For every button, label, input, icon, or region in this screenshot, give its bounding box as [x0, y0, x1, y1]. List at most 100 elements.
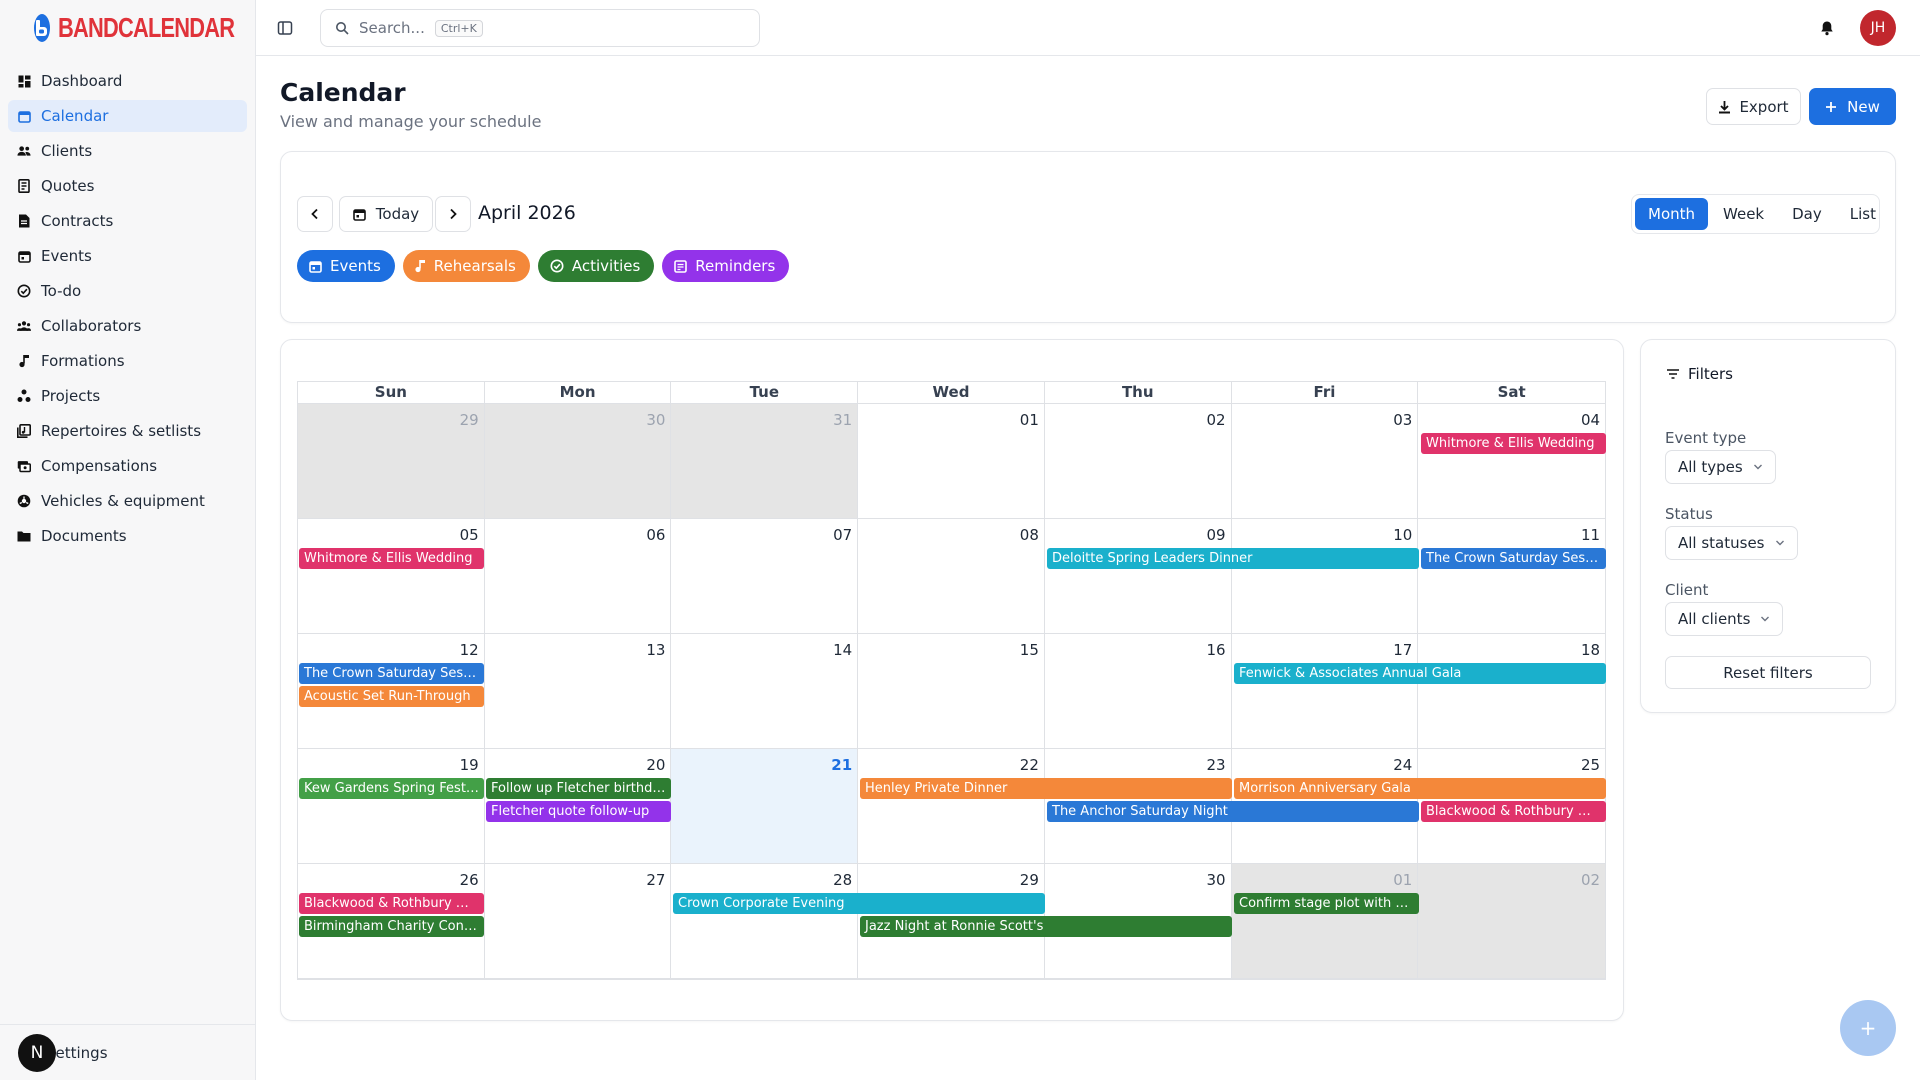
calendar-event[interactable]: The Crown Saturday Session — [1421, 548, 1606, 569]
status-select[interactable]: All statuses — [1665, 526, 1798, 560]
calendar-event[interactable]: Morrison Anniversary Gala — [1234, 778, 1606, 799]
day-cell[interactable]: 18 — [1418, 634, 1605, 748]
sidebar-item-contracts[interactable]: Contracts — [8, 205, 247, 237]
day-number: 02 — [1580, 871, 1601, 889]
day-cell[interactable]: 15 — [858, 634, 1045, 748]
today-button[interactable]: Today — [339, 196, 433, 232]
day-cell[interactable]: 13 — [485, 634, 672, 748]
music-note-icon — [17, 354, 31, 368]
day-cell[interactable]: 16 — [1045, 634, 1232, 748]
calendar-event[interactable]: Blackwood & Rothbury Wedding — [299, 893, 484, 914]
sidebar-item-collaborators[interactable]: Collaborators — [8, 310, 247, 342]
sidebar-item-projects[interactable]: Projects — [8, 380, 247, 412]
calendar-event[interactable]: Fenwick & Associates Annual Gala — [1234, 663, 1606, 684]
day-cell[interactable]: 03 — [1232, 404, 1419, 518]
sidebar-item-label: Events — [41, 247, 92, 265]
day-cell[interactable]: 29 — [298, 404, 485, 518]
calendar-event[interactable]: The Crown Saturday Session — [299, 663, 484, 684]
calendar-event[interactable]: Henley Private Dinner — [860, 778, 1232, 799]
event-icon — [309, 260, 322, 273]
day-cell-today[interactable]: 21 — [671, 749, 859, 863]
sidebar-item-events[interactable]: Events — [8, 240, 247, 272]
view-week-button[interactable]: Week — [1710, 198, 1777, 230]
next-month-button[interactable] — [435, 196, 471, 232]
day-cell[interactable]: 28 — [671, 864, 859, 978]
day-cell[interactable]: 07 — [671, 519, 859, 633]
app-logo[interactable]: BANDCALENDAR — [0, 0, 255, 55]
calendar-event[interactable]: Crown Corporate Evening — [673, 893, 1045, 914]
sidebar-nav: Dashboard Calendar Clients Quotes Contracts E… — [0, 65, 255, 552]
sidebar-item-label: To-do — [41, 282, 82, 300]
chevron-down-icon — [1753, 464, 1762, 470]
day-cell[interactable]: 02 — [1418, 864, 1606, 978]
day-number: 29 — [1019, 871, 1039, 889]
day-number: 23 — [1206, 756, 1226, 774]
floating-add-button[interactable]: + — [1840, 1000, 1896, 1056]
day-cell[interactable]: 17 — [1232, 634, 1419, 748]
calendar-event[interactable]: Follow up Fletcher birthday — [486, 778, 671, 799]
sidebar-item-formations[interactable]: Formations — [8, 345, 247, 377]
sidebar-item-calendar[interactable]: Calendar — [8, 100, 247, 132]
day-cell[interactable]: 04 — [1418, 404, 1605, 518]
day-cell[interactable]: 01 — [858, 404, 1045, 518]
sidebar-item-compensations[interactable]: Compensations — [8, 450, 247, 482]
sidebar-item-documents[interactable]: Documents — [8, 520, 247, 552]
day-number: 12 — [459, 641, 479, 659]
event-type-select[interactable]: All types — [1665, 450, 1776, 484]
view-month-button[interactable]: Month — [1635, 198, 1709, 230]
day-cell[interactable]: 08 — [858, 519, 1045, 633]
day-number: 17 — [1393, 641, 1413, 659]
calendar-event[interactable]: Kew Gardens Spring Festival — [299, 778, 484, 799]
category-toggle-rehearsals[interactable]: Rehearsals — [402, 250, 530, 282]
notifications-button[interactable] — [1817, 18, 1837, 38]
day-cell[interactable]: 05 — [298, 519, 485, 633]
day-cell[interactable]: 02 — [1045, 404, 1232, 518]
prev-month-button[interactable] — [297, 196, 333, 232]
n-badge[interactable]: N — [18, 1034, 56, 1072]
calendar-event[interactable]: Blackwood & Rothbury Wedding — [1421, 801, 1606, 822]
category-toggle-activities[interactable]: Activities — [537, 250, 655, 282]
sidebar-item-repertoires-setlists[interactable]: Repertoires & setlists — [8, 415, 247, 447]
day-cell[interactable]: 01 — [1231, 864, 1419, 978]
calendar-event[interactable]: Acoustic Set Run-Through — [299, 686, 484, 707]
calendar-event[interactable]: Birmingham Charity Concert — [299, 916, 484, 937]
day-cell[interactable]: 11 — [1418, 519, 1605, 633]
sidebar-item-label: Calendar — [41, 107, 109, 125]
search-placeholder: Search... — [359, 19, 425, 37]
client-select[interactable]: All clients — [1665, 602, 1784, 636]
day-cell[interactable]: 19 — [298, 749, 485, 863]
view-list-button[interactable]: List — [1837, 198, 1889, 230]
sidebar-item-clients[interactable]: Clients — [8, 135, 247, 167]
day-cell[interactable]: 27 — [485, 864, 672, 978]
view-day-button[interactable]: Day — [1779, 198, 1835, 230]
search-input[interactable]: Search... Ctrl+K — [320, 9, 760, 47]
export-button[interactable]: Export — [1706, 88, 1801, 125]
category-toggle-events[interactable]: Events — [297, 250, 395, 282]
calendar-event[interactable]: Whitmore & Ellis Wedding — [299, 548, 484, 569]
sidebar-item-vehicles-equipment[interactable]: Vehicles & equipment — [8, 485, 247, 517]
category-toggle-reminders[interactable]: Reminders — [662, 250, 790, 282]
new-button[interactable]: New — [1809, 88, 1896, 125]
sidebar-toggle-button[interactable] — [274, 17, 296, 39]
sidebar-item-to-do[interactable]: To-do — [8, 275, 247, 307]
day-cell[interactable]: 22 — [858, 749, 1045, 863]
day-number: 04 — [1580, 411, 1601, 429]
day-cell[interactable]: 10 — [1232, 519, 1419, 633]
day-cell[interactable]: 09 — [1045, 519, 1232, 633]
calendar-event[interactable]: Deloitte Spring Leaders Dinner — [1047, 548, 1419, 569]
calendar-event[interactable]: Whitmore & Ellis Wedding — [1421, 433, 1606, 454]
calendar-event[interactable]: The Anchor Saturday Night — [1047, 801, 1419, 822]
sidebar-item-quotes[interactable]: Quotes — [8, 170, 247, 202]
day-cell[interactable]: 14 — [671, 634, 859, 748]
page-subtitle: View and manage your schedule — [280, 112, 542, 131]
reset-filters-button[interactable]: Reset filters — [1665, 656, 1871, 689]
calendar-event[interactable]: Fletcher quote follow-up — [486, 801, 671, 822]
sidebar-item-dashboard[interactable]: Dashboard — [8, 65, 247, 97]
calendar-event[interactable]: Confirm stage plot with Blackwood — [1234, 893, 1419, 914]
day-cell[interactable]: 31 — [671, 404, 859, 518]
day-cell[interactable]: 30 — [484, 404, 672, 518]
day-cell[interactable]: 06 — [485, 519, 672, 633]
user-avatar[interactable]: JH — [1860, 10, 1896, 46]
sidebar-item-label: Formations — [41, 352, 125, 370]
calendar-event[interactable]: Jazz Night at Ronnie Scott's — [860, 916, 1232, 937]
